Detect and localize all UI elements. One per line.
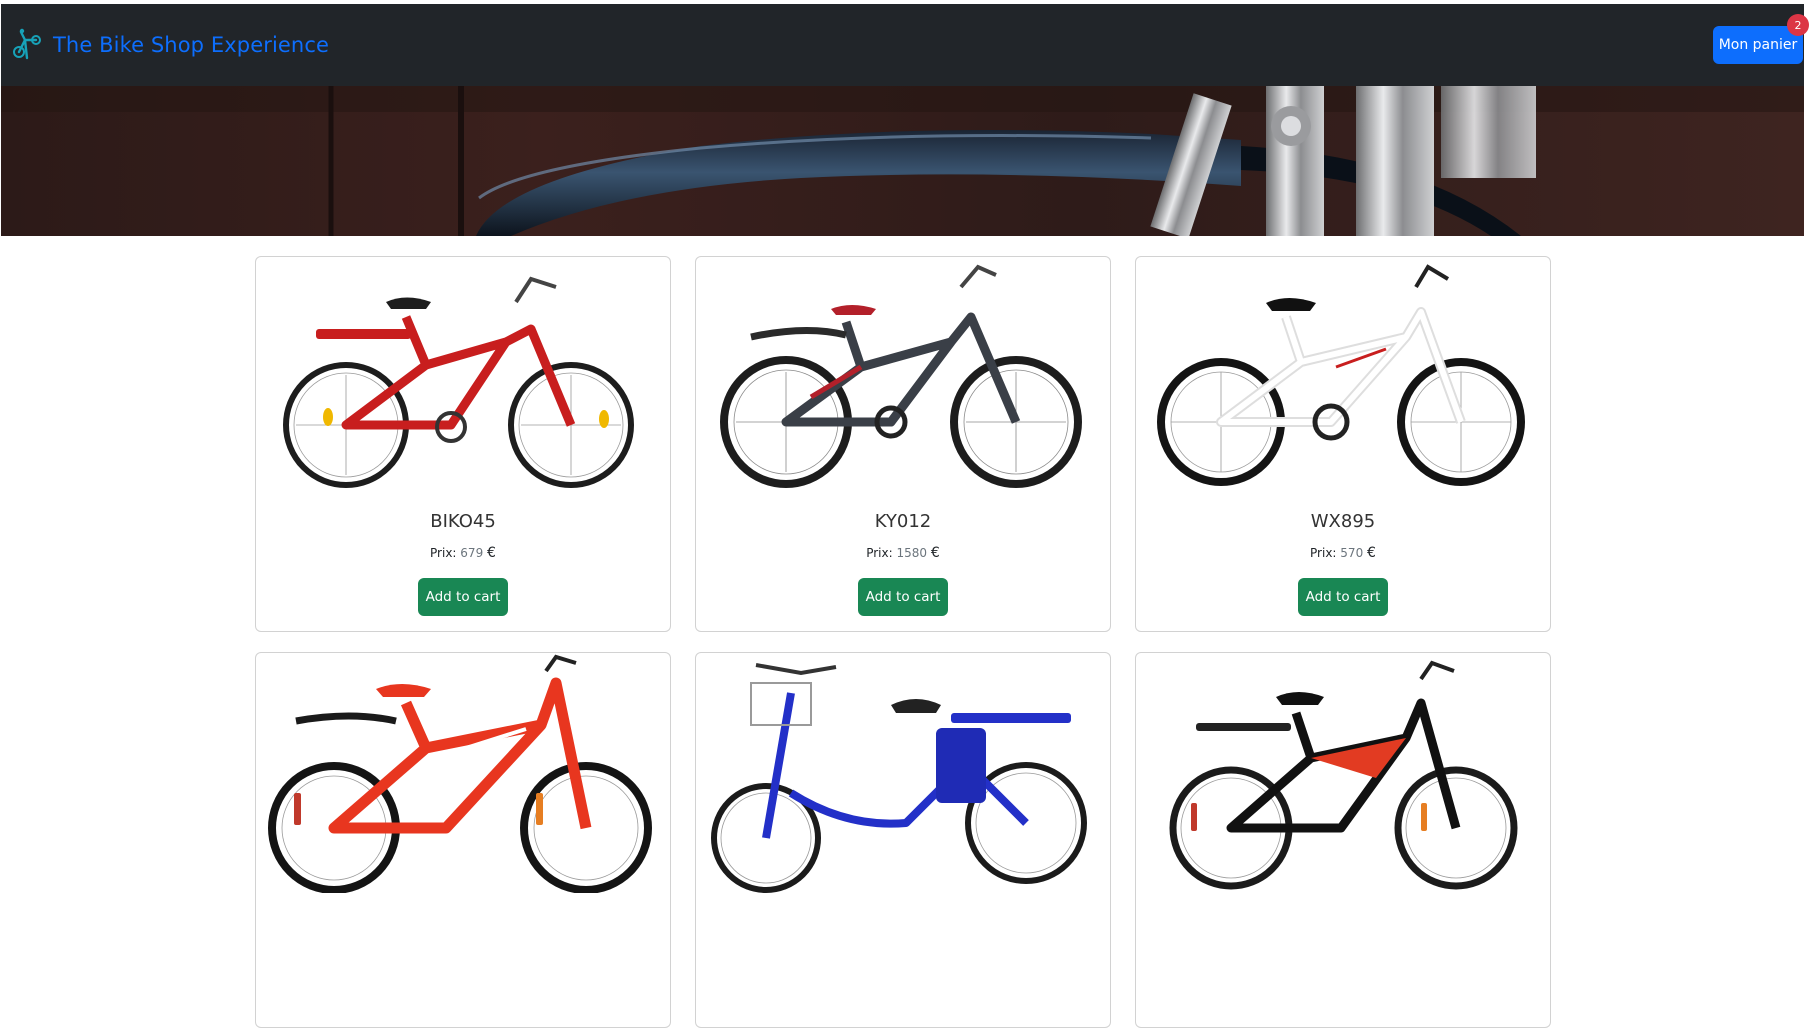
add-to-cart-button[interactable]: Add to cart xyxy=(858,578,948,616)
product-image xyxy=(1169,660,1518,890)
bicycle-rider-icon xyxy=(13,28,41,60)
cart-button[interactable]: Mon panier 2 xyxy=(1713,14,1809,64)
product-price: Prix: 570 € xyxy=(1136,545,1550,561)
add-to-cart-button[interactable]: Add to cart xyxy=(418,578,508,616)
product-card: WX895 Prix: 570 € Add to cart xyxy=(1135,256,1551,632)
bicycle-fender-banner-image xyxy=(1,86,1804,236)
add-to-cart-button[interactable]: Add to cart xyxy=(1298,578,1388,616)
price-value: 570 xyxy=(1340,546,1364,560)
product-card: KY012 Prix: 1580 € Add to cart xyxy=(695,256,1111,632)
product-card: BIKO45 Prix: 679 € Add to cart xyxy=(255,256,671,632)
price-value: 679 xyxy=(460,546,484,560)
price-label: Prix: xyxy=(1310,546,1337,560)
product-image xyxy=(711,663,1087,893)
navbar: The Bike Shop Experience Mon panier 2 xyxy=(1,4,1809,86)
product-card xyxy=(255,652,671,1028)
product-price: Prix: 1580 € xyxy=(696,545,1110,561)
price-currency: € xyxy=(487,545,496,561)
price-currency: € xyxy=(930,545,940,561)
price-currency: € xyxy=(1367,545,1376,561)
brand-title: The Bike Shop Experience xyxy=(53,33,329,57)
product-name: KY012 xyxy=(874,511,932,532)
product-image xyxy=(283,276,634,488)
product-image xyxy=(720,264,1082,488)
product-card xyxy=(695,652,1111,1028)
hero-banner xyxy=(1,86,1804,236)
product-name: WX895 xyxy=(1310,511,1376,532)
product-name: BIKO45 xyxy=(430,511,496,532)
price-value: 1580 xyxy=(896,546,928,560)
product-image xyxy=(1157,264,1525,486)
product-card xyxy=(1135,652,1551,1028)
price-label: Prix: xyxy=(866,546,893,560)
cart-count-badge: 2 xyxy=(1787,14,1809,36)
product-price: Prix: 679 € xyxy=(256,545,670,561)
product-image xyxy=(268,654,652,893)
cart-button-label: Mon panier xyxy=(1718,37,1798,53)
price-label: Prix: xyxy=(430,546,457,560)
brand-link[interactable]: The Bike Shop Experience xyxy=(11,28,329,62)
